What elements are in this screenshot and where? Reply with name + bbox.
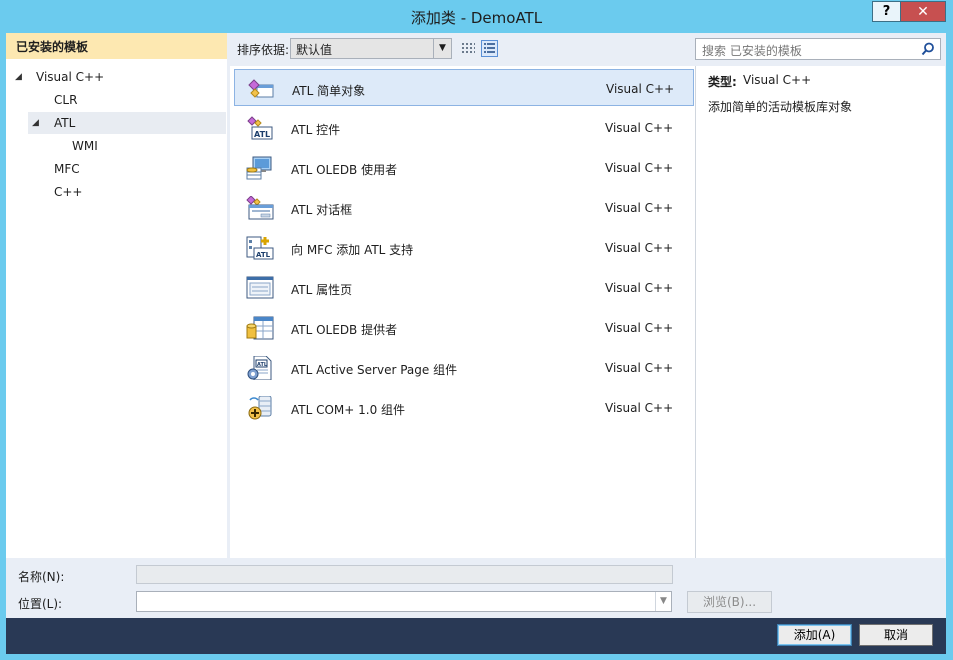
template-row[interactable]: ATL 对话框 Visual C++ xyxy=(234,189,694,226)
sort-dropdown[interactable]: 默认值 ▼ xyxy=(290,38,452,59)
window-title: 添加类 - DemoATL xyxy=(410,9,543,27)
oledb-provider-icon xyxy=(246,316,274,340)
installed-templates-header[interactable]: 已安装的模板 xyxy=(6,33,227,59)
details-view-icon xyxy=(484,43,495,53)
asp-component-icon: ATL xyxy=(247,356,272,380)
template-language: Visual C++ xyxy=(605,161,674,175)
small-icons-view-icon xyxy=(462,43,475,53)
template-language: Visual C++ xyxy=(605,201,674,215)
oledb-consumer-icon xyxy=(246,156,272,180)
template-name: ATL 简单对象 xyxy=(292,84,366,98)
add-button[interactable]: 添加(A) xyxy=(777,624,852,646)
type-label: 类型: xyxy=(708,75,737,89)
sort-dropdown-value: 默认值 xyxy=(296,43,333,57)
sort-by-label: 排序依据: xyxy=(237,43,290,57)
tree-item-cpp[interactable]: C++ xyxy=(54,181,83,203)
template-row[interactable]: ATL OLEDB 提供者 Visual C++ xyxy=(234,309,694,346)
small-icons-view-button[interactable] xyxy=(460,40,477,57)
template-name: ATL COM+ 1.0 组件 xyxy=(291,403,406,417)
svg-text:ATL: ATL xyxy=(254,130,270,139)
template-details-pane xyxy=(695,66,945,558)
tree-item-visual-cpp[interactable]: Visual C++ xyxy=(36,66,104,88)
template-language: Visual C++ xyxy=(605,401,674,415)
expand-arrow-icon[interactable]: ◢ xyxy=(32,118,39,128)
template-name: 向 MFC 添加 ATL 支持 xyxy=(291,243,414,257)
template-row[interactable]: ATL ATL 控件 Visual C++ xyxy=(234,109,694,146)
help-button[interactable]: ? xyxy=(872,1,901,22)
search-icon[interactable] xyxy=(921,42,935,56)
template-name: ATL 控件 xyxy=(291,123,341,137)
tree-item-clr[interactable]: CLR xyxy=(54,89,77,111)
complus-component-icon xyxy=(248,396,272,420)
details-view-button[interactable] xyxy=(481,40,498,57)
template-row[interactable]: ATL 简单对象 Visual C++ xyxy=(234,69,694,106)
template-name: ATL 属性页 xyxy=(291,283,353,297)
location-label: 位置(L): xyxy=(18,597,63,611)
template-name: ATL OLEDB 使用者 xyxy=(291,163,398,177)
name-label: 名称(N): xyxy=(18,570,65,584)
browse-button[interactable]: 浏览(B)... xyxy=(687,591,772,613)
template-row[interactable]: ATL 属性页 Visual C++ xyxy=(234,269,694,306)
add-atl-support-icon: ATL xyxy=(246,236,274,260)
svg-text:ATL: ATL xyxy=(257,362,268,368)
name-field[interactable] xyxy=(136,565,673,584)
template-description: 添加简单的活动模板库对象 xyxy=(708,100,853,114)
template-row[interactable]: ATL ATL Active Server Page 组件 Visual C++ xyxy=(234,349,694,386)
chevron-down-icon[interactable]: ▼ xyxy=(655,592,671,611)
search-input[interactable]: 搜索 已安装的模板 xyxy=(695,38,941,60)
template-name: ATL OLEDB 提供者 xyxy=(291,323,398,337)
svg-text:ATL: ATL xyxy=(256,251,271,259)
tree-item-wmi[interactable]: WMI xyxy=(72,135,98,157)
search-placeholder: 搜索 已安装的模板 xyxy=(702,44,802,58)
expand-arrow-icon[interactable]: ◢ xyxy=(15,72,22,82)
type-value: Visual C++ xyxy=(743,73,812,87)
location-field[interactable]: ▼ xyxy=(136,591,672,612)
atl-simple-object-icon xyxy=(248,79,274,98)
property-page-icon xyxy=(246,276,274,299)
tree-item-mfc[interactable]: MFC xyxy=(54,158,80,180)
template-language: Visual C++ xyxy=(606,82,675,96)
template-name: ATL 对话框 xyxy=(291,203,353,217)
template-row[interactable]: ATL 向 MFC 添加 ATL 支持 Visual C++ xyxy=(234,229,694,266)
template-language: Visual C++ xyxy=(605,281,674,295)
template-row[interactable]: ATL OLEDB 使用者 Visual C++ xyxy=(234,149,694,186)
installed-templates-label: 已安装的模板 xyxy=(16,40,89,54)
template-row[interactable]: ATL COM+ 1.0 组件 Visual C++ xyxy=(234,389,694,426)
template-name: ATL Active Server Page 组件 xyxy=(291,363,458,377)
template-language: Visual C++ xyxy=(605,241,674,255)
chevron-down-icon[interactable]: ▼ xyxy=(433,39,451,58)
close-button[interactable]: ✕ xyxy=(900,1,946,22)
tree-item-atl[interactable]: ATL xyxy=(54,112,75,134)
atl-control-icon: ATL xyxy=(247,116,273,140)
atl-dialog-icon xyxy=(246,196,274,220)
template-language: Visual C++ xyxy=(605,321,674,335)
cancel-button[interactable]: 取消 xyxy=(859,624,933,646)
template-language: Visual C++ xyxy=(605,121,674,135)
template-language: Visual C++ xyxy=(605,361,674,375)
